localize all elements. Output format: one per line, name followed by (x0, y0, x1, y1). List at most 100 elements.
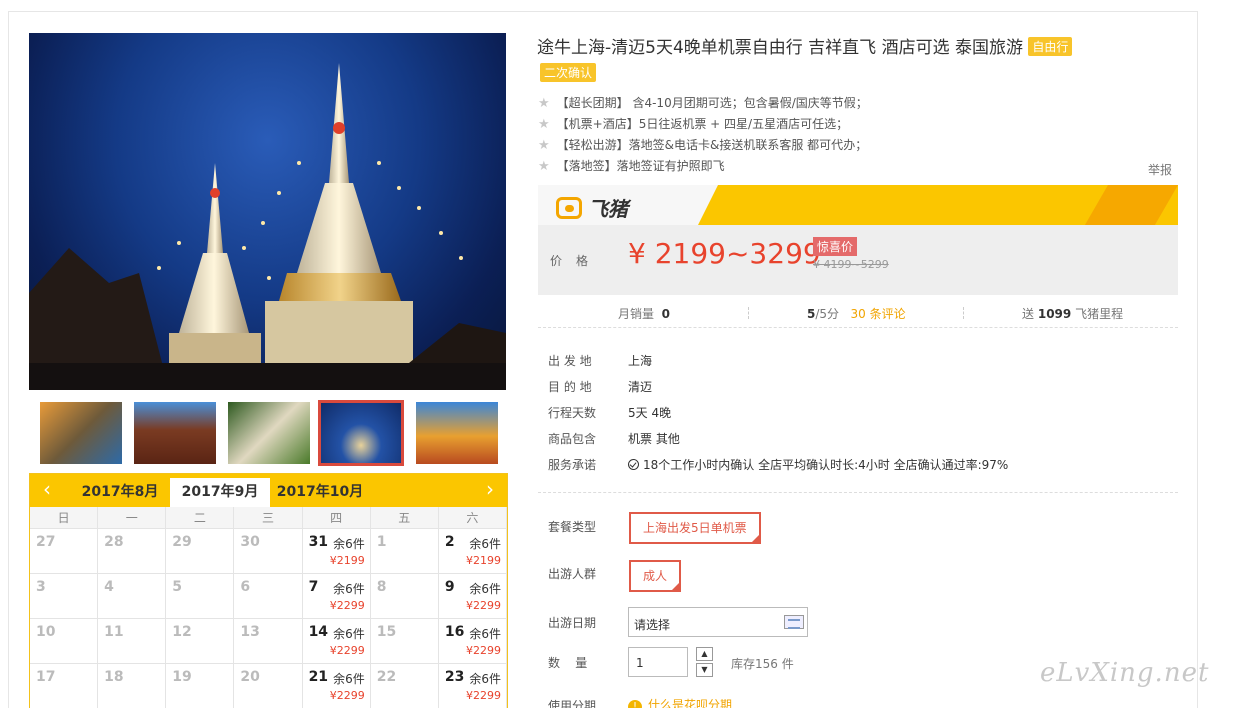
weekday-label: 一 (98, 507, 167, 529)
day-number: 29 (172, 534, 192, 550)
day-stock: 余6件 (469, 627, 501, 641)
day-number: 17 (36, 669, 56, 685)
calendar-day[interactable]: 21 余6件 ¥2299 (303, 664, 371, 708)
day-number: 8 (376, 579, 387, 595)
weekday-label: 五 (371, 507, 439, 529)
main-product-image (29, 33, 506, 390)
day-number: 20 (240, 669, 260, 685)
info-icon: ! (628, 700, 642, 708)
star-icon: ★ (538, 138, 550, 153)
calendar-day: 12 (166, 619, 235, 664)
calendar-day: 6 (234, 574, 303, 619)
prev-month-chevron-icon[interactable]: ‹ (32, 474, 62, 507)
installment-label: 使用分期 (548, 699, 597, 708)
quantity-up-icon[interactable]: ▲ (696, 647, 713, 661)
day-stock: 余6件 (469, 582, 501, 596)
day-number: 5 (172, 579, 183, 595)
month-tab-aug[interactable]: 2017年8月 (70, 478, 170, 507)
weekday-label: 三 (234, 507, 303, 529)
traveler-option-button[interactable]: 成人 (629, 560, 682, 592)
reviews-link[interactable]: 30 条评论 (851, 307, 906, 321)
date-select-input[interactable]: 请选择 (628, 607, 808, 637)
calendar-day: 15 (370, 619, 439, 664)
price-value: ¥ 2199~3299 (628, 237, 821, 270)
calendar-day: 19 (166, 664, 235, 708)
day-number: 31 (308, 534, 329, 550)
day-stock: 余6件 (469, 537, 501, 551)
month-tab-sep[interactable]: 2017年9月 (170, 478, 270, 507)
thumbnail-2[interactable] (134, 402, 216, 464)
package-option-button[interactable]: 上海出发5日单机票 (629, 512, 761, 544)
info-departure: 出 发 地上海 (548, 354, 653, 368)
day-number: 15 (376, 624, 397, 640)
watermark: eLvXing.net (1040, 658, 1210, 688)
day-price: ¥2299 (329, 689, 365, 702)
confirm-badge: 二次确认 (540, 63, 597, 82)
day-price: ¥2299 (329, 644, 365, 657)
next-month-chevron-icon[interactable]: › (475, 474, 505, 507)
weekday-label: 二 (166, 507, 235, 529)
calendar-day: 22 (371, 664, 439, 708)
date-label: 出游日期 (548, 616, 597, 630)
monthly-sales: 月销量 0 (618, 307, 671, 321)
calendar-icon[interactable] (784, 615, 804, 629)
day-price: ¥2299 (466, 599, 501, 612)
month-tab-oct[interactable]: 2017年10月 (270, 478, 370, 507)
rating: 5/5分 30 条评论 (807, 307, 906, 321)
star-icon: ★ (538, 159, 550, 174)
date-calendar: ‹ 2017年8月 2017年9月 2017年10月 › 日一二三四五六 27 2… (29, 473, 508, 708)
info-duration: 行程天数 5天 4晚 (548, 406, 672, 420)
day-price: ¥2299 (329, 599, 365, 612)
calendar-day[interactable]: 23 余6件 ¥2299 (439, 664, 507, 708)
calendar-day: 30 (234, 529, 303, 574)
day-number: 21 (308, 669, 329, 685)
freetour-badge: 自由行 (1028, 37, 1073, 56)
calendar-day: 5 (166, 574, 235, 619)
day-number: 28 (104, 534, 124, 550)
thumbnail-4[interactable] (318, 400, 404, 466)
calendar-day: 27 (30, 529, 99, 574)
day-price: ¥2299 (466, 689, 501, 702)
thumbnail-3[interactable] (228, 402, 310, 464)
star-icon: ★ (538, 96, 550, 111)
thumbnail-1[interactable] (40, 402, 122, 464)
quantity-down-icon[interactable]: ▼ (696, 663, 713, 677)
calendar-day[interactable]: 7 余6件 ¥2299 (302, 574, 371, 619)
calendar-day[interactable]: 2 余6件 ¥2199 (438, 529, 507, 574)
calendar-day: 18 (98, 664, 167, 708)
day-number: 1 (376, 534, 387, 550)
calendar-day: 1 (370, 529, 439, 574)
weekday-header: 日一二三四五六 (30, 507, 507, 529)
day-number: 16 (444, 624, 465, 640)
thumbnail-5[interactable] (416, 402, 498, 464)
feature-item: ★ 【轻松出游】落地签&电话卡&接送机联系客服 都可代办； (538, 138, 868, 153)
calendar-day[interactable]: 16 余6件 ¥2299 (438, 619, 507, 664)
calendar-day: 4 (98, 574, 167, 619)
installment-help-link[interactable]: ! 什么是花呗分期 (628, 696, 732, 708)
day-number: 13 (240, 624, 260, 640)
traveler-label: 出游人群 (548, 567, 597, 581)
info-includes: 商品包含 机票 其他 (548, 432, 680, 446)
divider (538, 492, 1178, 493)
day-number: 22 (376, 669, 397, 685)
day-number: 18 (104, 669, 124, 685)
day-number: 14 (308, 624, 329, 640)
weekday-label: 六 (439, 507, 507, 529)
quantity-input[interactable]: 1 (628, 647, 688, 677)
day-stock: 余6件 (333, 537, 365, 551)
day-number: 6 (240, 579, 251, 595)
calendar-day[interactable]: 31 余6件 ¥2199 (302, 529, 371, 574)
report-link[interactable]: 举报 (1148, 161, 1172, 178)
calendar-day[interactable]: 9 余6件 ¥2299 (438, 574, 507, 619)
feature-item: ★ 【超长团期】 含4-10月团期可选；包含暑假/国庆等节假； (538, 96, 868, 111)
day-number: 30 (240, 534, 260, 550)
quantity-label: 数 量 (548, 656, 588, 670)
day-number: 23 (444, 669, 465, 685)
calendar-grid: 27 28 29 30 31 余6件 ¥2199 1 2 余6件 ¥2199 3 4 5 6 7 余6件 ¥229… (30, 529, 507, 708)
day-number: 12 (172, 624, 192, 640)
surprise-price-badge: 惊喜价 (813, 237, 858, 256)
calendar-day[interactable]: 14 余6件 ¥2299 (302, 619, 371, 664)
day-number: 27 (36, 534, 56, 550)
calendar-day: 20 (234, 664, 303, 708)
package-label: 套餐类型 (548, 520, 597, 534)
